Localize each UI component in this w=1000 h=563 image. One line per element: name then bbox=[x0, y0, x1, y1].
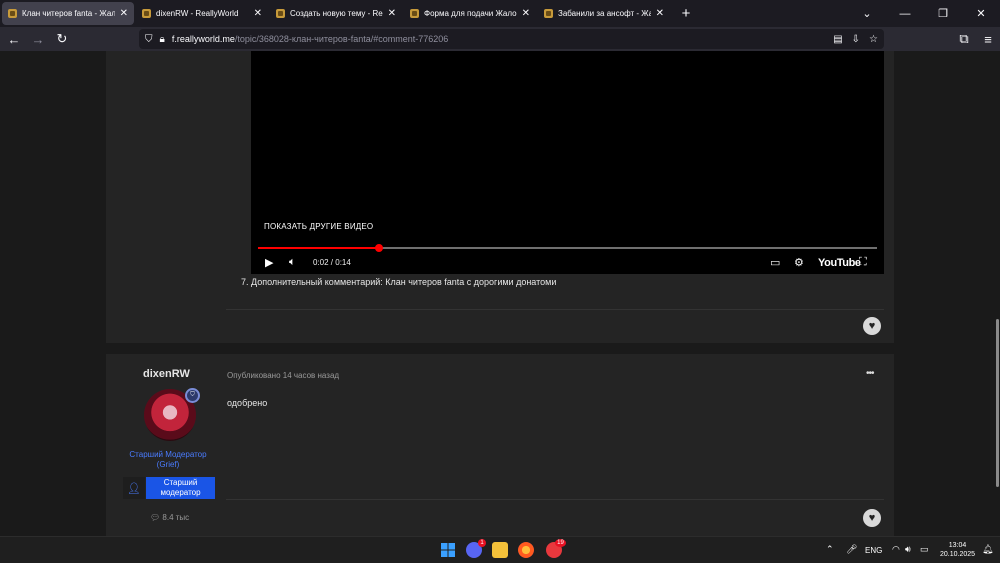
new-tab-button[interactable]: + bbox=[676, 5, 696, 22]
wifi-icon[interactable]: ◠ bbox=[892, 544, 900, 555]
reload-button[interactable]: ↻ bbox=[50, 31, 74, 47]
youtube-logo[interactable]: YouTube bbox=[818, 257, 861, 269]
close-tab-icon[interactable]: ✕ bbox=[388, 8, 396, 19]
menu-icon[interactable]: ≡ bbox=[976, 32, 1000, 47]
additional-comment-text: 7. Дополнительный комментарий: Клан чите… bbox=[241, 277, 557, 287]
windows-taskbar: 1 19 ⌃ 🎤︎ ENG ◠ 🔊︎ ▭ 13:04 20.10.2025 🔔︎ bbox=[0, 536, 1000, 563]
video-scrubber-handle[interactable] bbox=[374, 244, 383, 252]
more-videos-label[interactable]: ПОКАЗАТЬ ДРУГИЕ ВИДЕО bbox=[264, 222, 373, 231]
microphone-icon[interactable]: 🎤︎ bbox=[846, 544, 857, 555]
minimize-button[interactable]: — bbox=[886, 8, 924, 20]
tab-5[interactable]: Забанили за ансофт - Жалобы ✕ bbox=[538, 2, 670, 25]
volume-icon[interactable]: 🔊︎ bbox=[905, 544, 911, 555]
user-group-icon: 👤︎ bbox=[123, 477, 145, 499]
close-tab-icon[interactable]: ✕ bbox=[120, 8, 128, 19]
play-icon[interactable]: ▶ bbox=[265, 256, 273, 269]
tab-2[interactable]: dixenRW - ReallyWorld ✕ bbox=[136, 2, 268, 25]
site-favicon-icon bbox=[544, 9, 553, 18]
restore-button[interactable]: ❐ bbox=[924, 7, 962, 20]
close-tab-icon[interactable]: ✕ bbox=[656, 8, 664, 19]
tab-3[interactable]: Создать новую тему - ReallyW ✕ bbox=[270, 2, 402, 25]
reputation-icon: 💬︎ bbox=[150, 513, 161, 522]
like-heart-button[interactable]: ♥ bbox=[863, 509, 881, 527]
forum-post: ПОКАЗАТЬ ДРУГИЕ ВИДЕО ▶ 🔈︎ 0:02 / 0:14 ▭… bbox=[106, 51, 894, 343]
page-scrollbar[interactable] bbox=[996, 319, 999, 487]
divider bbox=[226, 499, 884, 500]
notification-badge: 19 bbox=[555, 539, 566, 547]
video-controls: ▶ 🔈︎ 0:02 / 0:14 ▭ ⚙ YouTube ⛶ bbox=[251, 252, 884, 274]
close-window-button[interactable]: ✕ bbox=[962, 7, 1000, 20]
address-bar[interactable]: ⛉ 🔒︎ f.reallyworld.me/topic/368028-клан-… bbox=[139, 29, 884, 49]
site-favicon-icon bbox=[276, 9, 285, 18]
back-button[interactable]: ← bbox=[2, 32, 26, 47]
notification-badge: 1 bbox=[478, 539, 486, 547]
volume-icon[interactable]: 🔈︎ bbox=[289, 256, 296, 269]
bookmark-star-icon[interactable]: ☆ bbox=[869, 34, 878, 45]
video-progress-bar[interactable] bbox=[258, 244, 877, 252]
discord-icon[interactable]: 1 bbox=[466, 539, 486, 558]
forum-post: dixenRW Опубликовано 14 часов назад ••• … bbox=[106, 354, 894, 536]
tab-1[interactable]: Клан читеров fanta - Жалобы ✕ bbox=[2, 2, 134, 25]
video-progress-fill bbox=[258, 247, 379, 249]
close-tab-icon[interactable]: ✕ bbox=[254, 8, 262, 19]
fullscreen-icon[interactable]: ⛶ bbox=[859, 256, 867, 269]
url-text[interactable]: f.reallyworld.me/topic/368028-клан-читер… bbox=[172, 34, 448, 44]
firefox-icon[interactable] bbox=[518, 542, 534, 558]
tab-title: Создать новую тему - ReallyW bbox=[290, 9, 383, 18]
settings-gear-icon[interactable]: ⚙ bbox=[794, 256, 804, 269]
author-name[interactable]: dixenRW bbox=[143, 368, 190, 380]
post-body: одобрено bbox=[227, 398, 268, 408]
tab-4[interactable]: Форма для подачи Жалобы н ✕ bbox=[404, 2, 536, 25]
group-badge: Старший модератор bbox=[146, 477, 215, 499]
reader-view-icon[interactable]: ▤ bbox=[833, 34, 842, 45]
like-heart-button[interactable]: ♥ bbox=[863, 317, 881, 335]
tab-title: Клан читеров fanta - Жалобы bbox=[22, 9, 115, 18]
reputation-count: 💬︎ 8.4 тыс bbox=[150, 513, 190, 522]
start-windows-icon[interactable] bbox=[440, 542, 456, 558]
yandex-browser-icon[interactable]: 19 bbox=[546, 539, 566, 558]
more-options-icon[interactable]: ••• bbox=[866, 368, 874, 379]
user-role: Старший Модератор (Grief) bbox=[126, 450, 210, 470]
file-explorer-icon[interactable] bbox=[492, 542, 508, 558]
lock-icon[interactable]: 🔒︎ bbox=[160, 34, 165, 45]
tab-title: Забанили за ансофт - Жалобы bbox=[558, 9, 651, 18]
role-server: (Grief) bbox=[156, 460, 180, 469]
battery-icon[interactable]: ▭ bbox=[920, 544, 929, 555]
site-favicon-icon bbox=[142, 9, 151, 18]
forward-button[interactable]: → bbox=[26, 32, 50, 47]
role-title: Старший Модератор bbox=[129, 450, 207, 459]
youtube-video-player[interactable]: ПОКАЗАТЬ ДРУГИЕ ВИДЕО ▶ 🔈︎ 0:02 / 0:14 ▭… bbox=[251, 51, 884, 274]
chevron-up-icon[interactable]: ⌃ bbox=[826, 544, 834, 555]
tab-title: dixenRW - ReallyWorld bbox=[156, 9, 239, 18]
divider bbox=[226, 309, 884, 310]
page-content: ПОКАЗАТЬ ДРУГИЕ ВИДЕО ▶ 🔈︎ 0:02 / 0:14 ▭… bbox=[0, 51, 1000, 536]
save-page-icon[interactable]: ⇩ bbox=[852, 34, 860, 45]
extensions-icon[interactable]: ⧉ bbox=[952, 31, 976, 47]
tab-strip: Клан читеров fanta - Жалобы ✕ dixenRW - … bbox=[0, 0, 1000, 27]
close-tab-icon[interactable]: ✕ bbox=[522, 8, 530, 19]
language-indicator[interactable]: ENG bbox=[865, 546, 882, 555]
list-tabs-icon[interactable]: ⌄ bbox=[848, 7, 886, 20]
site-favicon-icon bbox=[8, 9, 17, 18]
system-clock[interactable]: 13:04 20.10.2025 bbox=[940, 541, 975, 559]
post-timestamp: Опубликовано 14 часов назад bbox=[227, 371, 340, 380]
tab-title: Форма для подачи Жалобы н bbox=[424, 9, 517, 18]
shield-icon[interactable]: ⛉ bbox=[145, 34, 153, 45]
notifications-bell-icon[interactable]: 🔔︎ bbox=[982, 544, 993, 555]
moderator-shield-icon: ⛉ bbox=[185, 388, 200, 403]
subtitles-icon[interactable]: ▭ bbox=[770, 256, 780, 269]
navigation-toolbar: ← → ↻ ⛉ 🔒︎ f.reallyworld.me/topic/368028… bbox=[0, 27, 1000, 51]
site-favicon-icon bbox=[410, 9, 419, 18]
video-time: 0:02 / 0:14 bbox=[313, 258, 351, 267]
